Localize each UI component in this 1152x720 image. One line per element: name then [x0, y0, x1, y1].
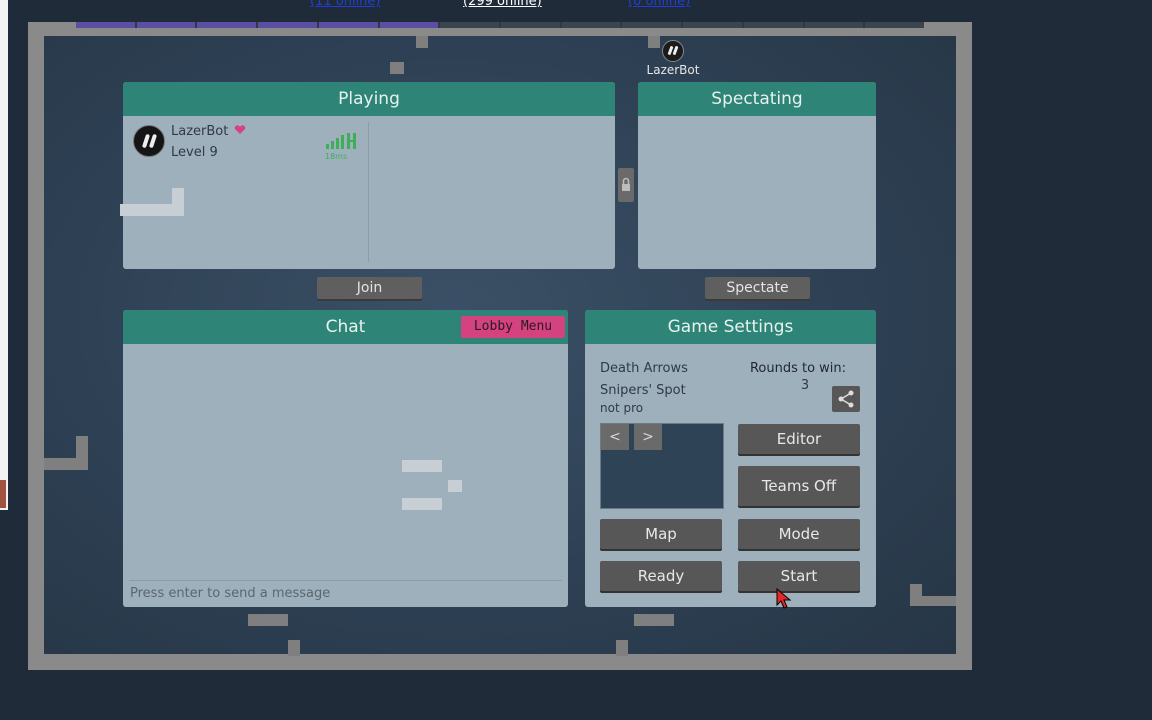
arena-block — [634, 614, 674, 626]
arena-block — [416, 36, 428, 48]
player-avatar — [133, 125, 165, 157]
spectating-title: Spectating — [638, 82, 876, 116]
arena-wall-left — [76, 436, 88, 470]
editor-button[interactable]: Editor — [738, 424, 860, 454]
arena-block — [172, 188, 184, 216]
chat-panel: Chat Lobby Menu Press enter to send a me… — [123, 310, 568, 607]
arena-block — [648, 36, 660, 48]
game-settings-title: Game Settings — [585, 310, 876, 344]
signal-icon — [326, 133, 356, 149]
left-strip-accent — [0, 480, 6, 508]
arena-block — [616, 640, 628, 656]
arena-block — [402, 498, 442, 510]
map-author: not pro — [600, 401, 644, 415]
chat-title: Chat — [325, 317, 366, 337]
arena-block — [448, 480, 462, 492]
mode-name: Death Arrows — [600, 361, 688, 376]
cursor-icon — [776, 588, 792, 609]
player-marker-name: LazerBot — [646, 63, 700, 77]
share-button[interactable] — [832, 386, 860, 412]
ready-button[interactable]: Ready — [600, 561, 722, 591]
player-level: Level 9 — [171, 145, 218, 160]
player-name[interactable]: LazerBot — [171, 124, 228, 139]
prev-map-button[interactable]: < — [601, 424, 629, 450]
game-settings-panel: Game Settings Death Arrows Snipers' Spot… — [585, 310, 876, 607]
arena-block — [402, 460, 442, 472]
next-map-button[interactable]: > — [634, 424, 662, 450]
player-ping: 18ms — [325, 152, 348, 161]
left-page-strip — [0, 0, 8, 510]
join-button[interactable]: Join — [317, 277, 422, 299]
chat-input[interactable]: Press enter to send a message — [130, 586, 330, 601]
map-name: Snipers' Spot — [600, 383, 686, 398]
online-link-center[interactable]: (299 online) — [463, 0, 542, 9]
xp-bar — [76, 22, 925, 28]
map-button[interactable]: Map — [600, 519, 722, 549]
heart-icon — [234, 125, 246, 134]
playing-divider — [368, 122, 369, 262]
arena-block — [390, 62, 404, 74]
share-icon — [838, 390, 854, 408]
rounds-label: Rounds to win: — [749, 361, 847, 376]
teams-button[interactable]: Teams Off — [738, 466, 860, 506]
online-link-right[interactable]: (0 online) — [628, 0, 690, 9]
lobby-menu-button[interactable]: Lobby Menu — [461, 316, 565, 338]
mode-button[interactable]: Mode — [738, 519, 860, 549]
playing-panel: Playing LazerBot Level 9 18ms — [123, 82, 615, 269]
spectating-panel: Spectating — [638, 82, 876, 269]
lock-toggle[interactable] — [618, 168, 634, 202]
chat-divider — [129, 580, 562, 581]
arena-wall-right — [910, 584, 922, 604]
online-link-left[interactable]: (11 online) — [310, 0, 380, 9]
lock-icon — [622, 177, 630, 191]
spectate-button[interactable]: Spectate — [705, 277, 810, 299]
arena-block — [248, 614, 288, 626]
start-button[interactable]: Start — [738, 561, 860, 591]
player-marker — [662, 40, 684, 62]
playing-title: Playing — [123, 82, 615, 116]
arena-block — [288, 640, 300, 656]
